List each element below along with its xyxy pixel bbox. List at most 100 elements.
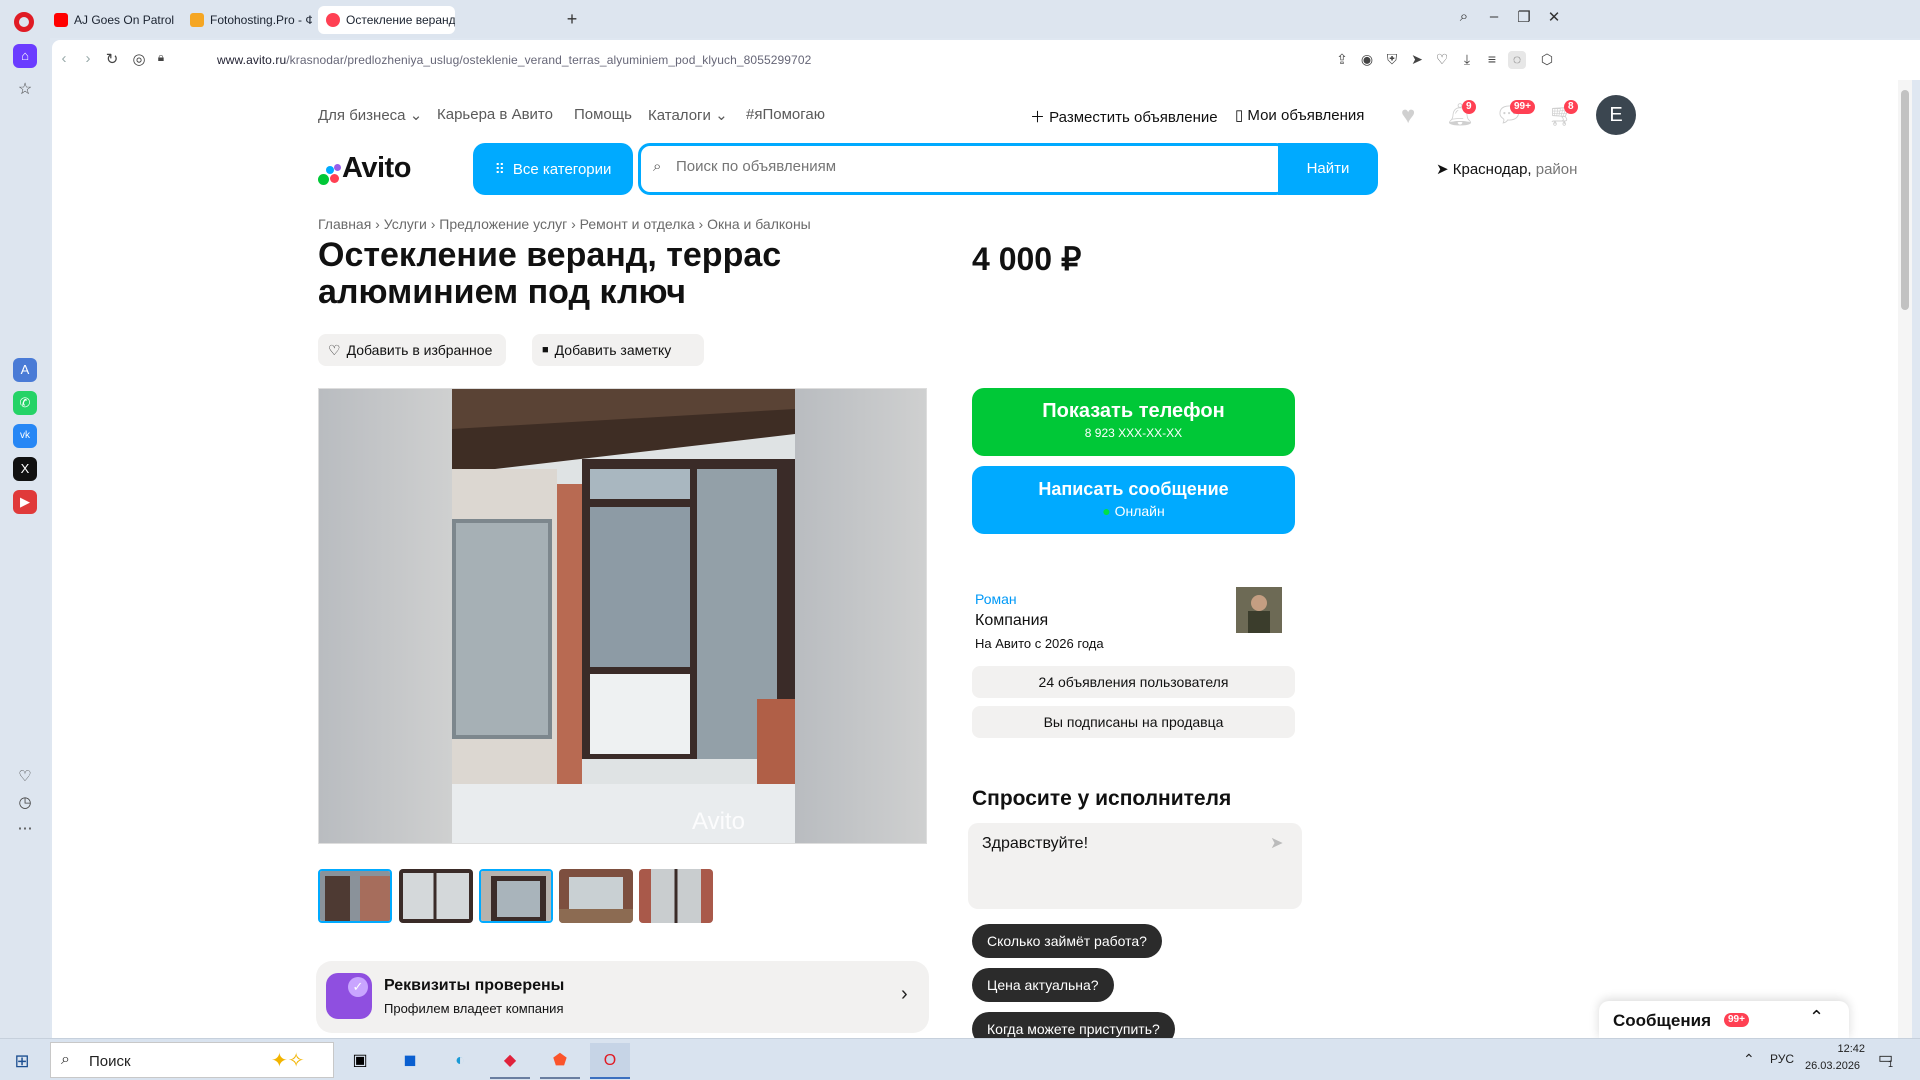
verified-requisites-card[interactable]: ✓ Реквизиты проверены Профилем владеет к…: [316, 961, 929, 1033]
back-icon[interactable]: ‹: [54, 50, 74, 67]
main-photo[interactable]: Avito: [452, 389, 795, 843]
seller-name-link[interactable]: Роман: [975, 591, 1017, 607]
quick-question-start[interactable]: Когда можете приступить?: [972, 1012, 1175, 1038]
clock-time[interactable]: 12:42: [1817, 1043, 1865, 1055]
favorites-heart-icon[interactable]: ♥: [1401, 102, 1415, 130]
write-message-button[interactable]: Написать сообщение ● Онлайн: [972, 466, 1295, 534]
home-icon[interactable]: ⌂: [13, 44, 37, 68]
whatsapp-icon[interactable]: ✆: [13, 391, 37, 415]
player-icon[interactable]: ▶: [13, 490, 37, 514]
send-arrow-icon[interactable]: ➤: [1270, 833, 1283, 853]
show-phone-button[interactable]: Показать телефон 8 923 XXX-XX-XX: [972, 388, 1295, 456]
brave-icon[interactable]: ⬟: [540, 1043, 580, 1079]
profile-icon[interactable]: ◌: [1508, 51, 1526, 69]
nav-career[interactable]: Карьера в Авито: [437, 106, 553, 123]
url-field[interactable]: www.avito.ru/krasnodar/predlozheniya_usl…: [217, 53, 811, 67]
breadcrumb-service-offers[interactable]: Предложение услуг: [439, 216, 567, 232]
opera-taskbar-icon[interactable]: O: [590, 1043, 630, 1079]
post-ad-link[interactable]: ＋ Разместить объявление: [1030, 106, 1218, 127]
taskbar-search[interactable]: ⌕ Поиск ✦✧: [50, 1042, 334, 1078]
outlook-icon[interactable]: ◼: [390, 1043, 430, 1079]
quick-question-duration[interactable]: Сколько займёт работа?: [972, 924, 1162, 958]
nav-help[interactable]: Помощь: [574, 106, 632, 123]
photo-gallery[interactable]: Avito: [318, 388, 927, 844]
thumbnail-2[interactable]: [399, 869, 473, 923]
edge-icon[interactable]: ◐: [440, 1043, 480, 1079]
close-window-button[interactable]: ✕: [1542, 8, 1566, 30]
tab-youtube[interactable]: AJ Goes On Patrol Or AJ S: [46, 6, 176, 34]
chevron-up-icon[interactable]: ⌃: [1809, 1007, 1824, 1028]
add-to-favorites-button[interactable]: ♡ Добавить в избранное: [318, 334, 506, 366]
add-note-button[interactable]: ■ Добавить заметку: [532, 334, 704, 366]
tab-fotohosting[interactable]: Fotohosting.Pro - Фотохо: [182, 6, 312, 34]
logo-dot-red: [330, 174, 339, 183]
nav-ya-pomogayu[interactable]: #яПомогаю: [746, 106, 825, 123]
language-indicator[interactable]: РУС: [1770, 1052, 1794, 1066]
ask-message-text[interactable]: Здравствуйте!: [982, 835, 1088, 853]
verified-title: Реквизиты проверены: [384, 977, 565, 994]
x-twitter-icon[interactable]: X: [13, 457, 37, 481]
bookmark-heart-icon[interactable]: ♡: [1433, 51, 1451, 69]
send-icon[interactable]: ➤: [1408, 51, 1426, 69]
seller-avatar[interactable]: [1236, 587, 1282, 633]
aria-icon[interactable]: A: [13, 358, 37, 382]
reload-icon[interactable]: ↻: [102, 50, 122, 68]
tray-chevron-icon[interactable]: ⌃: [1743, 1051, 1755, 1068]
vivaldi-icon[interactable]: ◆: [490, 1043, 530, 1079]
opera-logo-icon[interactable]: [14, 12, 34, 32]
task-view-icon[interactable]: ▣: [340, 1043, 380, 1079]
lock-icon[interactable]: 🔒︎: [151, 50, 171, 65]
seller-ads-button[interactable]: 24 объявления пользователя: [972, 666, 1295, 698]
minimize-button[interactable]: –: [1482, 8, 1506, 30]
share-icon[interactable]: ⇪: [1333, 51, 1351, 69]
messages-widget[interactable]: Сообщения 99+ ⌃: [1599, 1001, 1849, 1038]
breadcrumb-windows[interactable]: Окна и балконы: [707, 216, 811, 232]
clock-date[interactable]: 26.03.2026: [1805, 1060, 1860, 1072]
location-selector[interactable]: ➤ Краснодар, район: [1436, 160, 1577, 178]
location-pin-icon[interactable]: ◎: [129, 50, 149, 68]
breadcrumb-home[interactable]: Главная: [318, 216, 371, 232]
seller-since: На Авито с 2026 года: [975, 636, 1104, 651]
restore-button[interactable]: ❐: [1512, 8, 1536, 30]
star-icon[interactable]: ☆: [13, 78, 37, 102]
subscribed-button[interactable]: Вы подписаны на продавца: [972, 706, 1295, 738]
download-icon[interactable]: ⤓: [1458, 51, 1476, 69]
thumbnail-4[interactable]: [559, 869, 633, 923]
history-icon[interactable]: ◷: [13, 791, 37, 815]
more-icon[interactable]: ⋯: [13, 817, 37, 841]
search-input[interactable]: [676, 158, 1236, 175]
nav-catalogs[interactable]: Каталоги ⌄: [648, 106, 728, 124]
all-categories-button[interactable]: ⠿ Все категории: [473, 143, 633, 195]
thumbnail-5[interactable]: [639, 869, 713, 923]
logo-dot-purple: [334, 164, 341, 171]
vk-icon[interactable]: vk: [13, 424, 37, 448]
browser-tab-bar: AJ Goes On Patrol Or AJ S Fotohosting.Pr…: [0, 0, 1920, 38]
user-avatar[interactable]: E: [1596, 95, 1636, 135]
forward-icon[interactable]: ›: [78, 50, 98, 67]
tab-search-icon[interactable]: ⌕: [1452, 8, 1476, 30]
page-scrollbar[interactable]: [1898, 80, 1912, 1038]
my-ads-link[interactable]: ▯ Мои объявления: [1235, 106, 1364, 124]
scroll-thumb[interactable]: [1901, 90, 1909, 310]
nav-business[interactable]: Для бизнеса ⌄: [318, 106, 422, 124]
windows-start-icon[interactable]: ⊞: [2, 1043, 42, 1079]
tab-avito-active[interactable]: Остекление веранд, терр: [318, 6, 455, 34]
breadcrumb-repair[interactable]: Ремонт и отделка: [580, 216, 695, 232]
search-button[interactable]: Найти: [1278, 143, 1378, 195]
thumbnail-3[interactable]: [479, 869, 553, 923]
quick-question-price[interactable]: Цена актуальна?: [972, 968, 1114, 1002]
camera-icon[interactable]: ◉: [1358, 51, 1376, 69]
extensions-icon[interactable]: ⬡: [1538, 51, 1556, 69]
breadcrumb-services[interactable]: Услуги: [384, 216, 427, 232]
ask-message-box[interactable]: Здравствуйте! ➤: [968, 823, 1302, 909]
shield-icon[interactable]: ⛨: [1383, 51, 1401, 69]
thumbnail-1[interactable]: [318, 869, 392, 923]
avito-logo[interactable]: Avito: [342, 152, 411, 185]
listing-price: 4 000 ₽: [972, 241, 1082, 277]
new-tab-button[interactable]: +: [562, 10, 582, 30]
taskbar-search-label: Поиск: [89, 1053, 131, 1070]
heart-icon[interactable]: ♡: [13, 765, 37, 789]
menu-icon[interactable]: ≡: [1483, 51, 1501, 69]
fotohosting-icon: [190, 13, 204, 27]
avito-page: Для бизнеса ⌄ Карьера в Авито Помощь Кат…: [52, 80, 1912, 1038]
